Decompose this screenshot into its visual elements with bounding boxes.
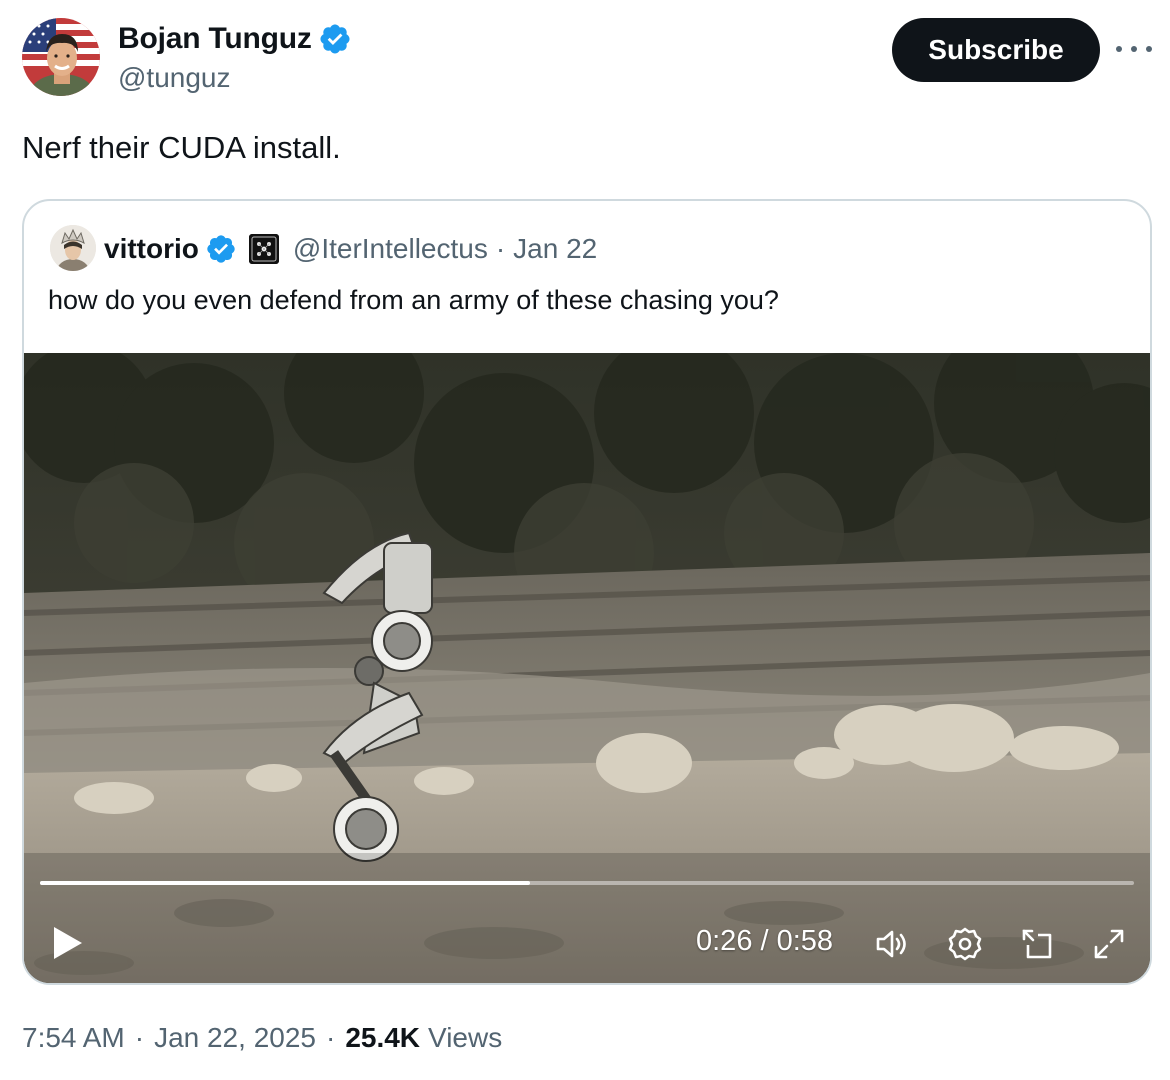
quoted-header: vittorio @IterIntellectus · Jan 22 xyxy=(104,229,597,269)
separator-dot: · xyxy=(495,233,506,264)
separator-dot: · xyxy=(325,1022,336,1053)
quoted-author-avatar[interactable] xyxy=(50,225,96,271)
video-progress-fill xyxy=(40,881,531,885)
author-avatar[interactable] xyxy=(22,18,100,96)
author-name[interactable]: Bojan Tunguz xyxy=(118,22,312,56)
quoted-text: how do you even defend from an army of t… xyxy=(48,285,779,315)
quoted-date[interactable]: Jan 22 xyxy=(513,233,597,265)
tweet-date[interactable]: Jan 22, 2025 xyxy=(154,1022,316,1054)
quoted-author-name[interactable]: vittorio xyxy=(104,233,199,265)
picture-in-picture-icon[interactable] xyxy=(1018,925,1056,963)
video-frame xyxy=(24,353,1150,983)
verified-badge-icon xyxy=(207,235,235,263)
settings-icon[interactable] xyxy=(946,925,984,963)
video-time: 0:26 / 0:58 xyxy=(696,925,833,958)
tweet: Bojan Tunguz @tunguz Subscribe Nerf thei… xyxy=(0,0,1170,1080)
video-player[interactable]: 0:26 / 0:58 xyxy=(24,353,1150,983)
views-count[interactable]: 25.4K xyxy=(345,1022,420,1054)
play-icon[interactable] xyxy=(50,923,86,963)
more-options-icon[interactable] xyxy=(1116,34,1152,64)
quoted-tweet[interactable]: vittorio @IterIntellectus · Jan 22 how d… xyxy=(22,199,1152,985)
affiliate-badge-icon[interactable] xyxy=(248,234,279,264)
volume-icon[interactable] xyxy=(874,925,912,963)
tweet-meta: 7:54 AM · Jan 22, 2025 · 25.4K Views xyxy=(22,1022,502,1054)
author-handle[interactable]: @tunguz xyxy=(118,62,231,94)
separator-dot: · xyxy=(134,1022,145,1053)
tweet-text: Nerf their CUDA install. xyxy=(22,130,341,165)
video-time-display: 0:26 / 0:58 xyxy=(696,925,834,957)
views-label[interactable]: Views xyxy=(428,1022,502,1054)
quoted-author-handle[interactable]: @IterIntellectus xyxy=(293,233,488,265)
verified-badge-icon xyxy=(320,24,350,54)
subscribe-button[interactable]: Subscribe xyxy=(892,18,1100,82)
video-progress-bar[interactable] xyxy=(40,881,1134,885)
tweet-time[interactable]: 7:54 AM xyxy=(22,1022,125,1054)
author-name-row[interactable]: Bojan Tunguz xyxy=(118,20,352,58)
fullscreen-icon[interactable] xyxy=(1090,925,1128,963)
